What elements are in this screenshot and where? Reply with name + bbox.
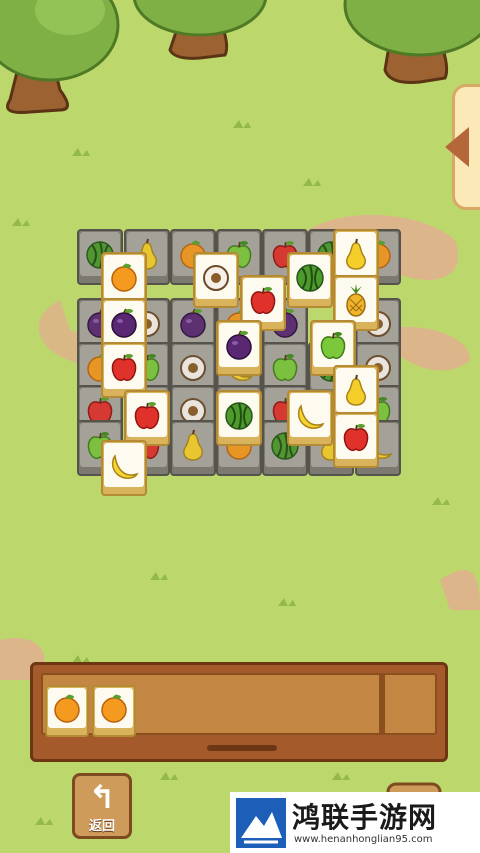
collection-tray (30, 662, 448, 762)
orange-icon (95, 688, 133, 728)
orange-icon (48, 688, 86, 728)
red-apple-icon (104, 345, 144, 389)
green-apple-icon (313, 323, 353, 367)
tile-banana[interactable] (287, 390, 333, 446)
pear-icon (336, 368, 376, 412)
pear-icon (336, 232, 376, 276)
game-scene: ↰ 返回 鸿联手游网 www.henanhonglian95.com (0, 0, 480, 853)
banana-icon (290, 393, 330, 437)
return-arrow-icon: ↰ (88, 778, 116, 816)
tile-watermelon[interactable] (287, 252, 333, 308)
watermark-title: 鸿联手游网 (292, 801, 438, 834)
tray-handle (207, 745, 277, 751)
pineapple-icon (336, 278, 376, 322)
back-button[interactable]: ↰ 返回 (72, 773, 132, 839)
site-watermark: 鸿联手游网 www.henanhonglian95.com (230, 792, 480, 853)
watermelon-icon (290, 255, 330, 299)
grape-icon (104, 301, 144, 345)
pear-icon (173, 423, 213, 467)
red-apple-icon (127, 393, 167, 437)
red-apple-icon (336, 415, 376, 459)
tray-divider (379, 675, 385, 733)
tile-pear-blocked (170, 420, 216, 476)
watermark-url: www.henanhonglian95.com (294, 834, 433, 845)
tile-watermelon[interactable] (216, 390, 262, 446)
tile-grape[interactable] (216, 320, 262, 376)
orange-icon (104, 255, 144, 299)
tile-red-apple[interactable] (124, 390, 170, 446)
tray-tile-orange (45, 685, 89, 737)
banana-icon (104, 443, 144, 487)
green-apple-icon (265, 345, 305, 389)
tile-red-apple[interactable] (333, 412, 379, 468)
tray-tile-orange (92, 685, 136, 737)
tile-banana[interactable] (101, 440, 147, 496)
tile-board (0, 0, 480, 560)
coconut-icon (173, 345, 213, 389)
back-label: 返回 (88, 819, 115, 834)
watermark-logo (236, 798, 286, 848)
red-apple-icon (243, 278, 283, 322)
grape-icon (219, 323, 259, 367)
tile-coconut[interactable] (193, 252, 239, 308)
coconut-icon (196, 255, 236, 299)
watermelon-icon (219, 393, 259, 437)
